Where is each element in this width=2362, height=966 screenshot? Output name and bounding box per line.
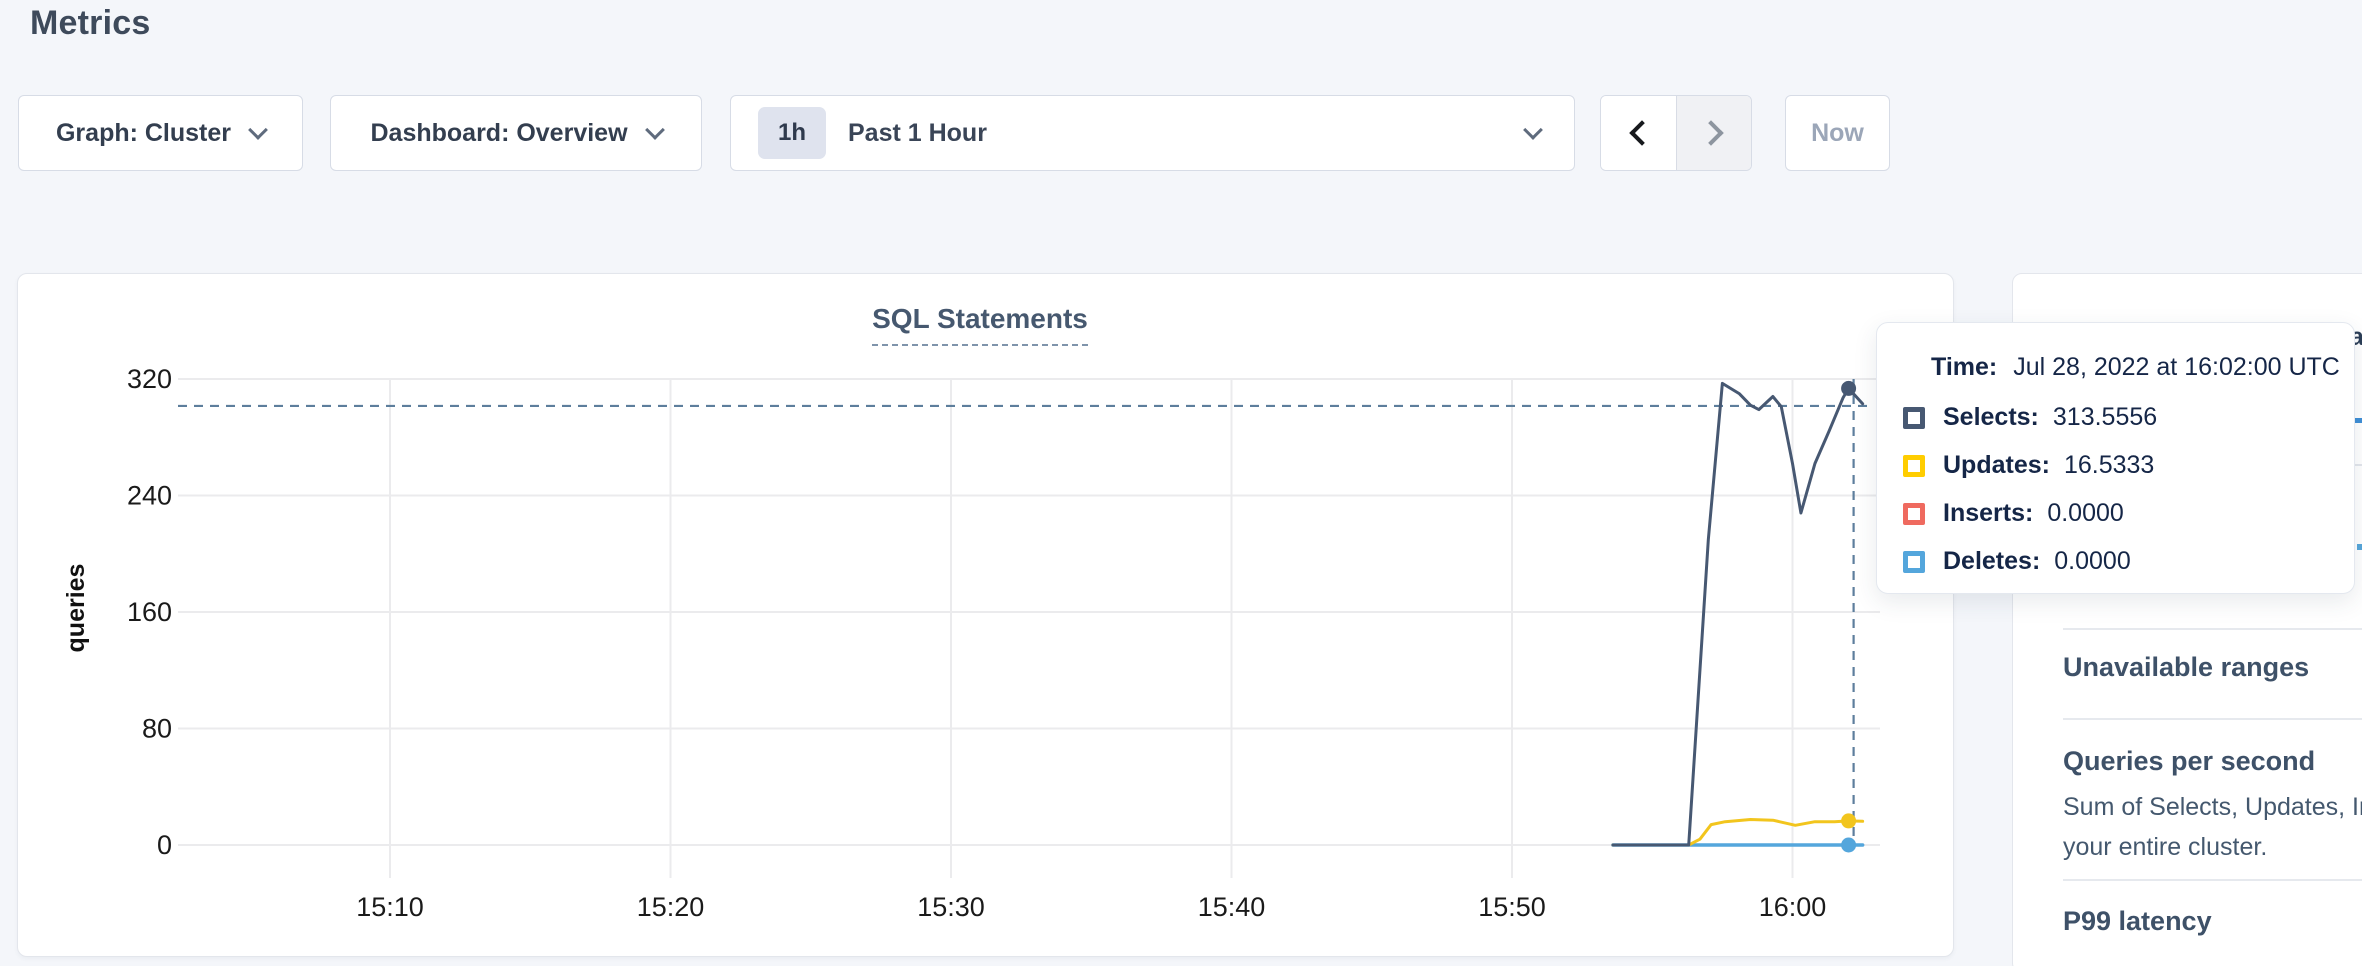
chart-title[interactable]: SQL Statements xyxy=(872,303,1088,346)
y-axis-tick-label: 0 xyxy=(157,830,172,860)
chart-title-wrap: SQL Statements xyxy=(680,303,1280,346)
tooltip-row-label: Updates: xyxy=(1943,451,2050,480)
y-axis-tick-label: 80 xyxy=(142,714,172,744)
y-axis-tick-label: 320 xyxy=(127,364,172,394)
series-line-updates[interactable] xyxy=(1613,820,1863,846)
tooltip-time-value: Jul 28, 2022 at 16:02:00 UTC xyxy=(2013,353,2340,382)
inserts-swatch-icon xyxy=(1903,503,1925,525)
hover-dot-deletes[interactable] xyxy=(1841,838,1856,853)
tooltip-time-row: Time: Jul 28, 2022 at 16:02:00 UTC xyxy=(1931,353,2340,382)
tooltip-row-deletes: Deletes: 0.0000 xyxy=(1903,547,2131,576)
tooltip-row-inserts: Inserts: 0.0000 xyxy=(1903,499,2124,528)
deletes-swatch-icon xyxy=(1903,551,1925,573)
x-axis-tick-label: 15:20 xyxy=(637,892,705,922)
y-axis-tick-label: 240 xyxy=(127,481,172,511)
x-axis-tick-label: 15:40 xyxy=(1198,892,1266,922)
y-axis-tick-label: 160 xyxy=(127,597,172,627)
series-line-selects[interactable] xyxy=(1613,383,1863,845)
tooltip-row-label: Selects: xyxy=(1943,403,2039,432)
tooltip-time-label: Time: xyxy=(1931,353,1997,382)
metrics-page: Metrics Graph: Cluster Dashboard: Overvi… xyxy=(0,0,2362,966)
tooltip-row-value: 0.0000 xyxy=(2054,547,2130,576)
chart-hover-tooltip: Time: Jul 28, 2022 at 16:02:00 UTC Selec… xyxy=(1876,322,2355,594)
x-axis-tick-label: 16:00 xyxy=(1759,892,1827,922)
hover-dot-updates[interactable] xyxy=(1841,813,1856,828)
y-axis-title: queries xyxy=(62,564,90,653)
x-axis-tick-label: 15:50 xyxy=(1478,892,1546,922)
hover-dot-selects[interactable] xyxy=(1841,381,1856,396)
x-axis-tick-label: 15:10 xyxy=(356,892,424,922)
tooltip-row-updates: Updates: 16.5333 xyxy=(1903,451,2154,480)
tooltip-row-value: 0.0000 xyxy=(2047,499,2123,528)
updates-swatch-icon xyxy=(1903,455,1925,477)
tooltip-row-value: 313.5556 xyxy=(2053,403,2157,432)
tooltip-row-selects: Selects: 313.5556 xyxy=(1903,403,2157,432)
tooltip-row-label: Deletes: xyxy=(1943,547,2040,576)
tooltip-row-label: Inserts: xyxy=(1943,499,2033,528)
tooltip-row-value: 16.5333 xyxy=(2064,451,2154,480)
x-axis-tick-label: 15:30 xyxy=(917,892,985,922)
selects-swatch-icon xyxy=(1903,407,1925,429)
